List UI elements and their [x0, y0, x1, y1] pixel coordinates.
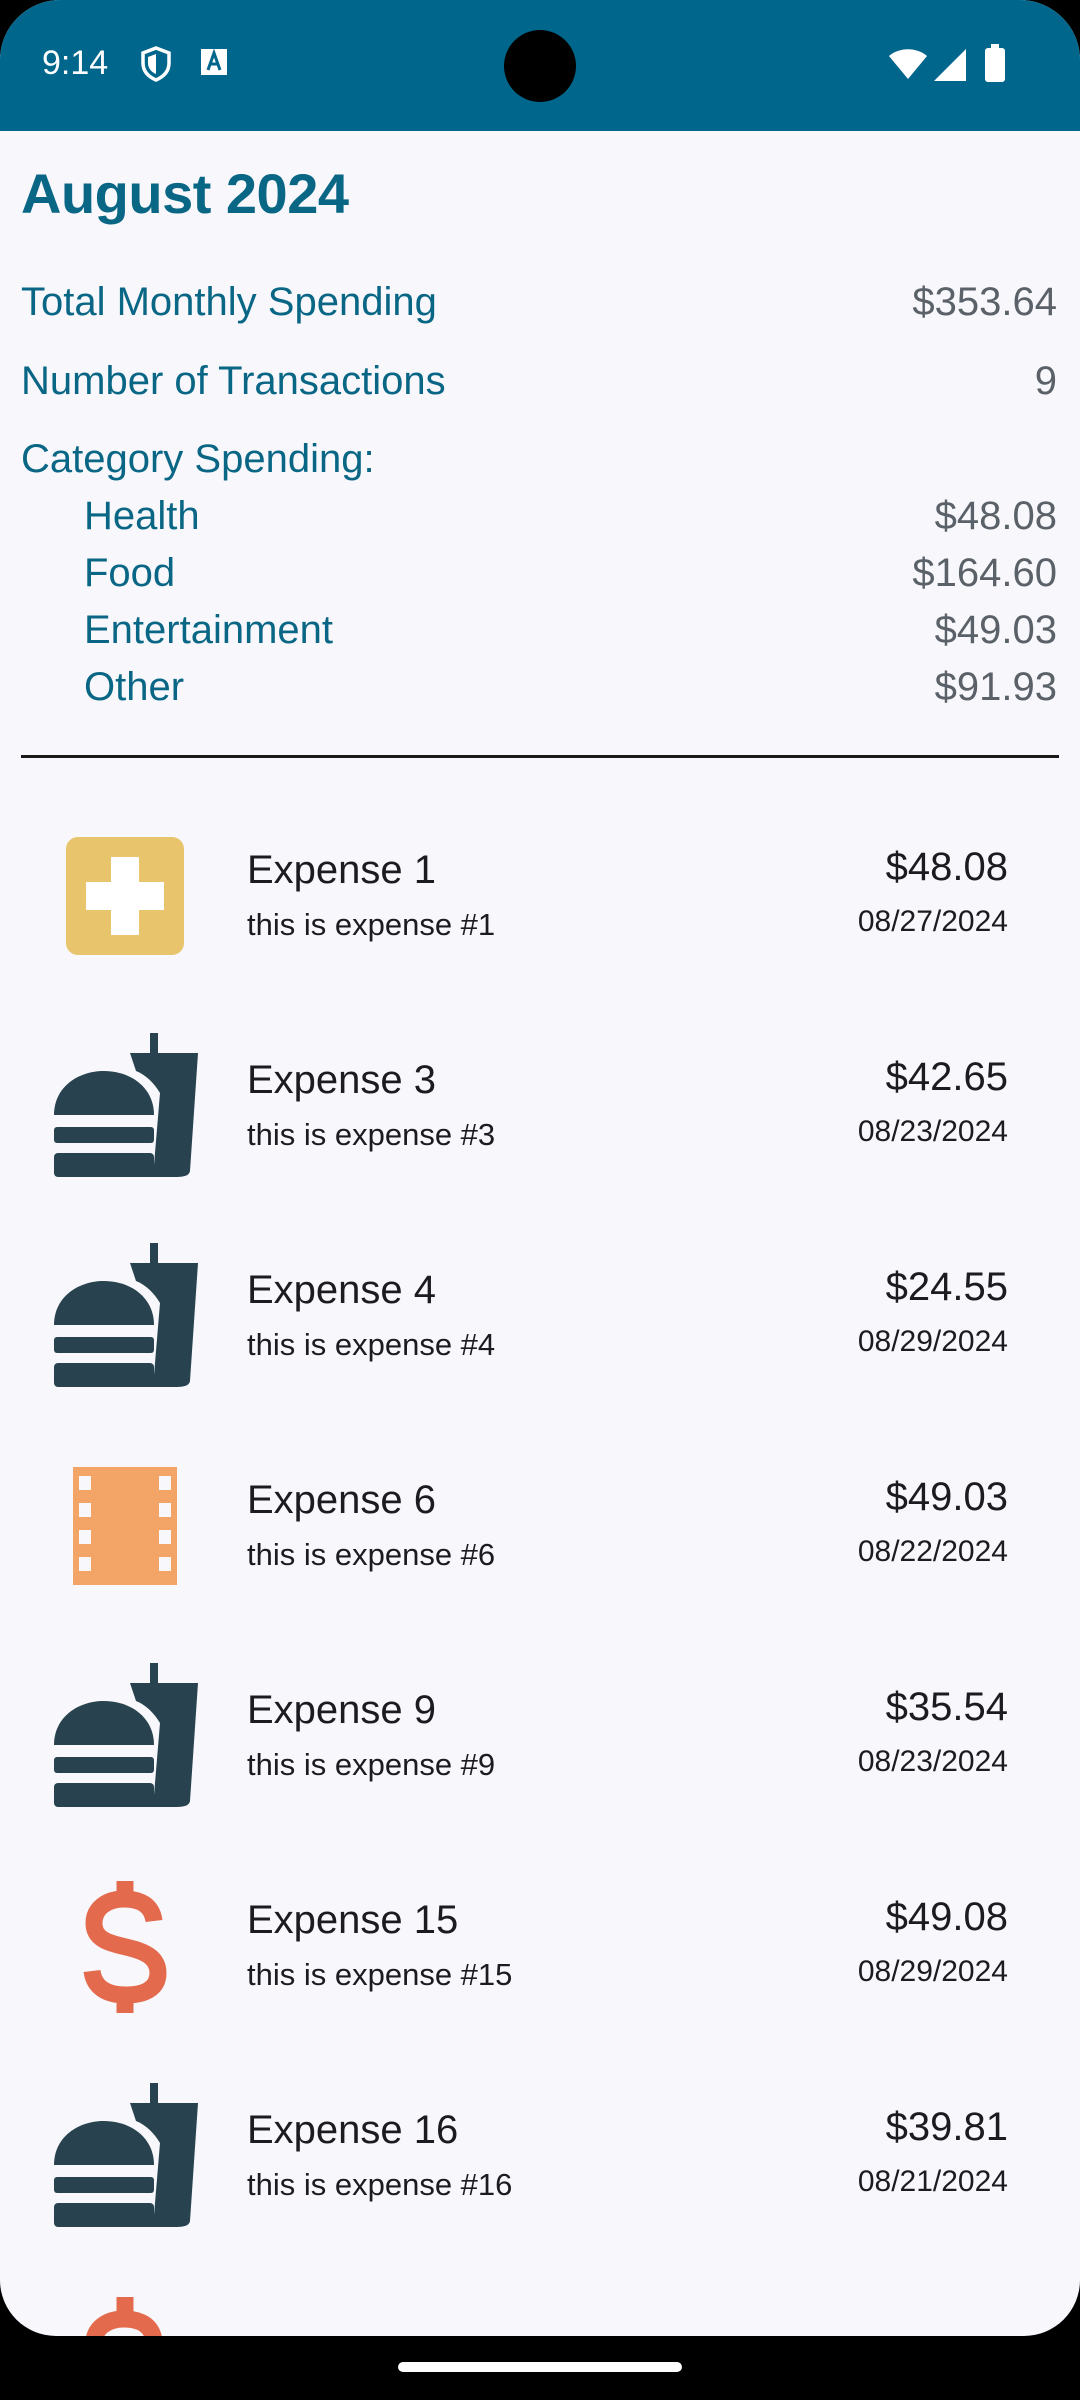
- signal-icon: [932, 48, 968, 87]
- dollar-icon: [50, 1871, 200, 2021]
- category-value: $49.03: [934, 607, 1057, 652]
- fastfood-icon: [50, 2081, 200, 2231]
- expense-description: this is expense #15: [247, 1957, 513, 1992]
- expense-list[interactable]: Expense 1 this is expense #1 $48.08 08/2…: [0, 821, 1080, 2336]
- expense-title: Expense 4: [247, 1268, 437, 1312]
- fastfood-icon: [50, 1241, 200, 1391]
- expense-date: 08/27/2024: [857, 905, 1008, 938]
- fastfood-icon: [50, 1661, 200, 1811]
- expense-date: 08/29/2024: [857, 1955, 1008, 1988]
- status-time: 9:14: [42, 44, 109, 82]
- expense-list-item[interactable]: Expense 3 this is expense #3 $42.65 08/2…: [0, 1031, 1080, 1241]
- category-value: $91.93: [934, 664, 1057, 709]
- shield-icon: [140, 46, 172, 87]
- expense-amount: $49.03: [885, 1475, 1008, 1519]
- font-a-icon: [200, 46, 230, 81]
- expense-title: Expense 9: [247, 1688, 437, 1732]
- category-label: Health: [84, 493, 200, 538]
- total-spending-value: $353.64: [912, 279, 1057, 324]
- expense-amount: $48.08: [885, 845, 1008, 889]
- expense-description: this is expense #16: [247, 2167, 513, 2202]
- expense-amount: $35.54: [885, 1685, 1008, 1729]
- category-row: Food $164.60: [84, 548, 1057, 598]
- health-cross-icon: [50, 821, 200, 971]
- total-spending-row: Total Monthly Spending $353.64: [21, 277, 1057, 327]
- expense-description: this is expense #3: [247, 1117, 496, 1152]
- expense-date: 08/29/2024: [857, 1325, 1008, 1358]
- expense-list-item[interactable]: Expense 6 this is expense #6 $49.03 08/2…: [0, 1451, 1080, 1661]
- category-heading: Category Spending:: [21, 436, 375, 481]
- expense-amount: $49.08: [885, 1895, 1008, 1939]
- expense-date: 08/22/2024: [857, 1535, 1008, 1568]
- expense-amount: $39.81: [885, 2105, 1008, 2149]
- status-bar: 9:14: [0, 0, 1080, 131]
- wifi-icon: [888, 48, 928, 85]
- expense-title: Expense 1: [247, 848, 437, 892]
- expense-description: this is expense #4: [247, 1327, 496, 1362]
- expense-date: 08/23/2024: [857, 1745, 1008, 1778]
- expense-list-item[interactable]: Expense 1 this is expense #1 $48.08 08/2…: [0, 821, 1080, 1031]
- expense-list-item[interactable]: Expense 4 this is expense #4 $24.55 08/2…: [0, 1241, 1080, 1451]
- home-indicator[interactable]: [398, 2362, 682, 2372]
- category-row: Health $48.08: [84, 491, 1057, 541]
- category-row: Other $91.93: [84, 662, 1057, 712]
- expense-title: Expense 15: [247, 1898, 459, 1942]
- app-screen: 9:14 August 2024 Total Monthly Spending …: [0, 0, 1080, 2336]
- dollar-icon: [50, 2291, 200, 2336]
- transaction-count-row: Number of Transactions 9: [21, 356, 1057, 406]
- expense-description: this is expense #6: [247, 1537, 496, 1572]
- expense-list-item[interactable]: Expense 9 this is expense #9 $35.54 08/2…: [0, 1661, 1080, 1871]
- film-icon: [50, 1451, 200, 1601]
- front-camera: [504, 30, 576, 102]
- transaction-count-value: 9: [1034, 358, 1057, 403]
- expense-date: 08/23/2024: [857, 1115, 1008, 1148]
- expense-amount: $24.55: [885, 1265, 1008, 1309]
- expense-title: Expense 6: [247, 1478, 437, 1522]
- category-value: $48.08: [934, 493, 1057, 538]
- category-label: Other: [84, 664, 185, 709]
- expense-title: Expense 3: [247, 1058, 437, 1102]
- expense-description: this is expense #1: [247, 907, 496, 942]
- expense-list-item-partial[interactable]: [0, 2291, 1080, 2336]
- category-heading-row: Category Spending:: [21, 434, 1057, 484]
- expense-list-item[interactable]: Expense 16 this is expense #16 $39.81 08…: [0, 2081, 1080, 2291]
- category-value: $164.60: [912, 550, 1057, 595]
- transaction-count-label: Number of Transactions: [21, 358, 446, 403]
- expense-date: 08/21/2024: [857, 2165, 1008, 2198]
- category-row: Entertainment $49.03: [84, 605, 1057, 655]
- expense-list-item[interactable]: Expense 15 this is expense #15 $49.08 08…: [0, 1871, 1080, 2081]
- category-label: Food: [84, 550, 176, 595]
- total-spending-label: Total Monthly Spending: [21, 279, 437, 324]
- expense-amount: $42.65: [885, 1055, 1008, 1099]
- category-label: Entertainment: [84, 607, 334, 652]
- fastfood-icon: [50, 1031, 200, 1181]
- page-title: August 2024: [21, 162, 349, 225]
- battery-icon: [984, 44, 1006, 87]
- expense-title: Expense 16: [247, 2108, 459, 2152]
- expense-description: this is expense #9: [247, 1747, 496, 1782]
- divider: [21, 755, 1059, 758]
